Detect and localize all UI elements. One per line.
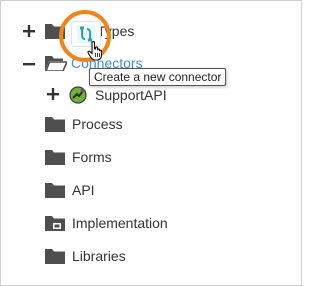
tree-item-label: Implementation: [72, 215, 168, 231]
tree-item-label: SupportAPI: [95, 87, 167, 103]
highlight-ring: [59, 10, 111, 62]
folder-icon: [45, 183, 65, 198]
folder-icon: [45, 249, 65, 264]
folder-icon: [45, 117, 65, 132]
folder-icon: [45, 150, 65, 165]
hand-cursor-icon: [87, 41, 103, 61]
tree-item-label: Forms: [72, 149, 112, 165]
connector-plugin-icon: [69, 86, 87, 104]
tooltip: Create a new connector: [89, 68, 227, 86]
expand-icon[interactable]: [47, 88, 59, 100]
collapse-icon[interactable]: [23, 58, 35, 70]
expand-icon[interactable]: [23, 25, 35, 37]
folder-implementation-icon: [45, 216, 65, 231]
tree-item-label: Libraries: [72, 248, 126, 264]
tree-item-label: API: [72, 182, 95, 198]
folder-open-icon: [45, 56, 67, 71]
project-explorer-panel: Types Connectors SupportAPI Process Form…: [0, 0, 302, 286]
tree-item-label: Process: [72, 116, 123, 132]
